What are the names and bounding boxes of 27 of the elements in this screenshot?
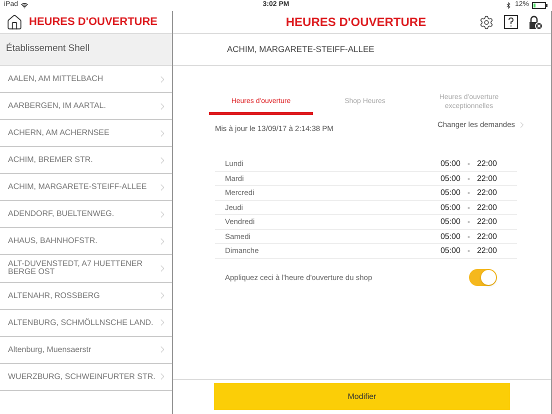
page-title: HEURES D'OUVERTURE [286,14,426,31]
home-icon[interactable] [6,14,23,30]
closing-time: 22:00 [476,158,497,170]
closing-time: 22:00 [476,202,497,214]
opening-time: 05:00 [440,230,460,242]
help-icon[interactable] [504,15,518,29]
section-header: Établissement Shell [6,42,90,56]
closing-time: 22:00 [476,216,497,228]
opening-time: 05:00 [440,202,460,214]
closing-time: 22:00 [476,187,497,199]
modify-button[interactable]: Modifier [214,383,510,410]
opening-time: 05:00 [440,245,460,257]
bluetooth-icon [504,2,512,9]
opening-time: 05:00 [440,172,460,184]
opening-time: 05:00 [440,187,460,199]
opening-time: 05:00 [440,216,460,228]
closing-time: 22:00 [476,172,497,184]
station-name: ACHIM, MARGARETE-STEIFF-ALLEE [227,43,374,56]
closing-time: 22:00 [476,245,497,257]
apply-shop-toggle[interactable] [469,268,497,286]
settings-icon[interactable] [479,14,494,30]
opening-time: 05:00 [440,158,460,170]
battery-icon [532,2,548,9]
logout-lock-icon[interactable] [528,14,543,30]
closing-time: 22:00 [476,230,497,242]
sidebar-title: HEURES D'OUVERTURE [29,14,158,30]
wifi-icon [21,2,28,9]
